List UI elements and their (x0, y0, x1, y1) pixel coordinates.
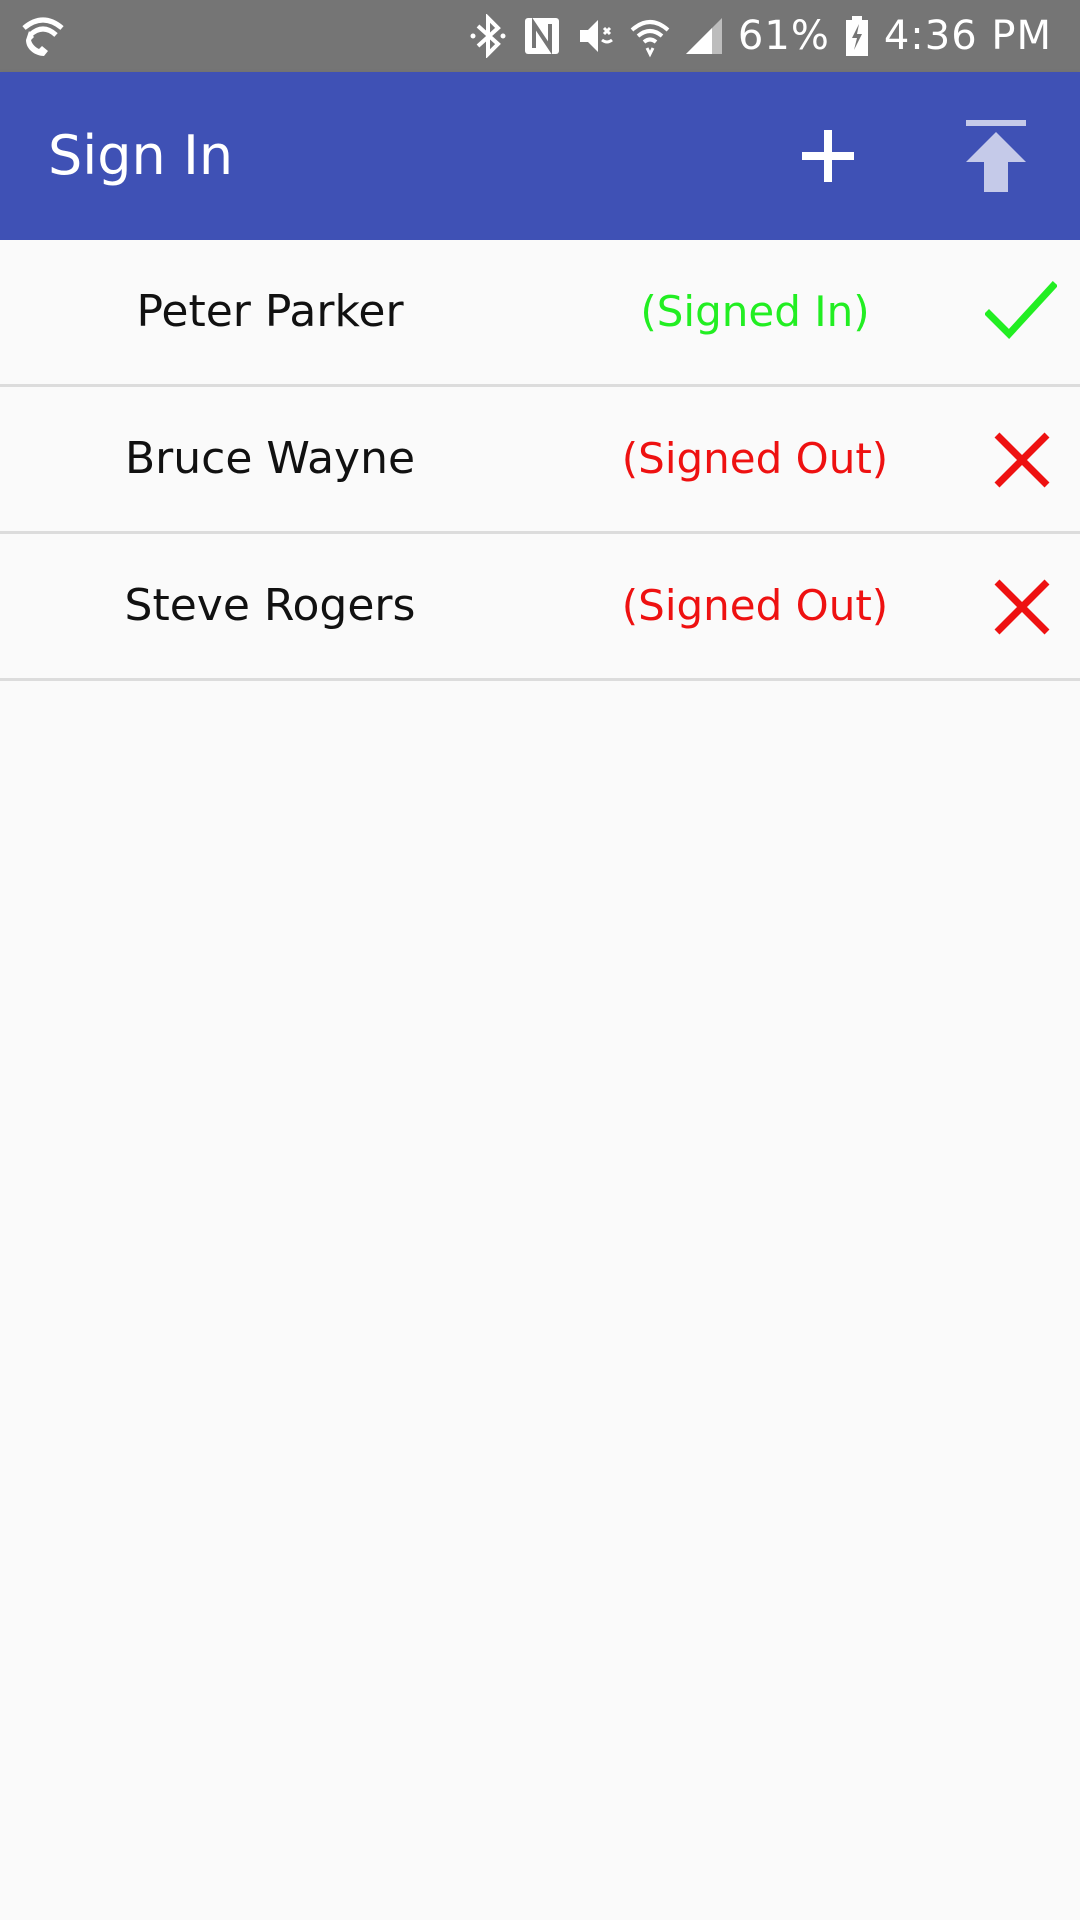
app-bar: Sign In (0, 72, 1080, 240)
list-item[interactable]: Peter Parker (Signed In) (0, 240, 1080, 387)
wifi-calling-icon (18, 10, 68, 60)
add-icon (802, 130, 854, 182)
list-item[interactable]: Bruce Wayne (Signed Out) (0, 387, 1080, 534)
upload-icon (966, 120, 1026, 192)
page-title: Sign In (48, 124, 234, 187)
status-text: (Signed In) (640, 287, 870, 336)
person-name: Steve Rogers (124, 580, 416, 631)
vibrate-icon (576, 14, 616, 58)
battery-percent: 61% (737, 13, 830, 59)
add-button[interactable] (786, 114, 870, 198)
list-item[interactable]: Steve Rogers (Signed Out) (0, 534, 1080, 681)
close-icon[interactable] (985, 423, 1057, 495)
upload-button[interactable] (954, 114, 1038, 198)
person-name: Bruce Wayne (124, 433, 416, 484)
people-list: Peter Parker (Signed In) Bruce Wayne (Si… (0, 240, 1080, 681)
nfc-icon (522, 14, 562, 58)
status-text: (Signed Out) (621, 581, 889, 630)
check-icon[interactable] (984, 276, 1058, 348)
status-bar: 61% 4:36 PM (0, 0, 1080, 72)
status-text: (Signed Out) (621, 434, 889, 483)
person-name: Peter Parker (136, 286, 404, 337)
close-icon[interactable] (985, 570, 1057, 642)
signal-icon (684, 14, 724, 58)
wifi-icon (630, 14, 670, 58)
clock: 4:36 PM (883, 13, 1052, 59)
battery-charging-icon (844, 14, 870, 58)
bluetooth-icon (468, 13, 508, 59)
